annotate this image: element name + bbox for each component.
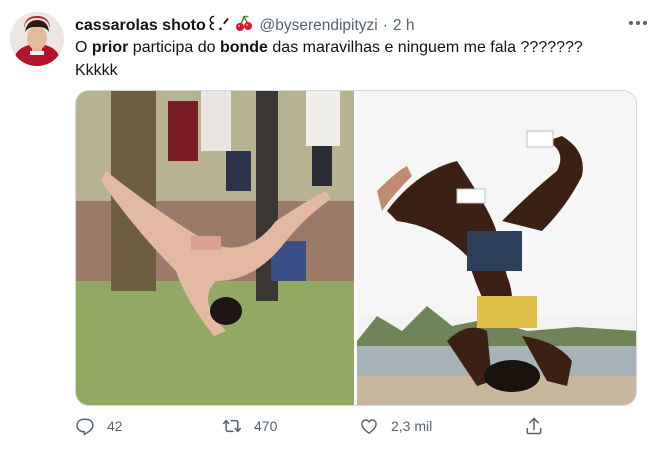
like-count: 2,3 mil: [391, 418, 433, 434]
name-suffix: ꒰.ᐟ: [205, 17, 230, 34]
avatar[interactable]: [10, 12, 64, 66]
like-button[interactable]: 2,3 mil: [359, 416, 432, 436]
reply-icon: [76, 418, 94, 436]
media-photo-right[interactable]: [356, 91, 636, 405]
share-icon: [526, 417, 542, 435]
timestamp[interactable]: 2 h: [393, 17, 415, 35]
like-icon: [361, 419, 377, 434]
tweet-header: cassarolas shoto ꒰.ᐟ @byserendipityzi · …: [75, 12, 649, 34]
retweet-button[interactable]: 470: [222, 416, 277, 436]
share-button[interactable]: [524, 416, 556, 436]
more-options-icon[interactable]: [627, 16, 649, 28]
reply-count: 42: [107, 418, 123, 434]
avatar-image: [10, 12, 64, 66]
retweet-icon: [222, 419, 242, 433]
display-name[interactable]: cassarolas shoto: [75, 17, 206, 35]
tweet-text-line-1: O prior participa do bonde das maravilha…: [75, 39, 583, 56]
tweet[interactable]: cassarolas shoto ꒰.ᐟ @byserendipityzi · …: [0, 0, 665, 451]
retweet-count: 470: [254, 418, 278, 434]
media-photo-left[interactable]: [76, 91, 354, 405]
cherry-emoji-icon: [235, 14, 253, 32]
handle[interactable]: @byserendipityzi: [259, 17, 377, 35]
tweet-text: O prior participa do bonde das maravilha…: [75, 36, 635, 82]
tweet-actions: 42 470 2,3 mil: [75, 412, 545, 442]
reply-button[interactable]: 42: [75, 416, 123, 436]
tweet-media[interactable]: [75, 90, 637, 406]
separator: ·: [382, 17, 388, 34]
tweet-text-line-2: Kkkkk: [75, 62, 118, 79]
